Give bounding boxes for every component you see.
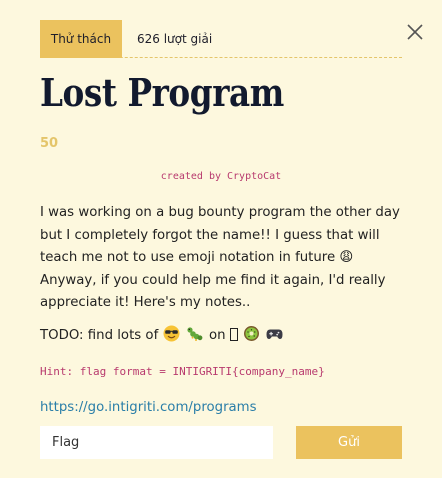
todo-prefix: TODO: find lots of [40,328,159,343]
challenge-title: Lost Program [40,70,284,115]
challenge-author: created by CryptoCat [160,171,282,182]
todo-middle: on [208,328,226,343]
kiwi-fruit-icon [243,325,260,342]
programs-link[interactable]: https://go.intigriti.com/programs [40,400,257,415]
challenge-tabs: Thử thách 626 lượt giải [40,20,402,58]
tab-solves[interactable]: 626 lượt giải [137,20,257,58]
unrendered-glyph-icon [229,328,238,341]
flag-input[interactable] [40,426,273,459]
flag-format-hint: Hint: flag format = INTIGRITI{company_na… [40,365,325,378]
challenge-description: I was working on a bug bounty program th… [40,205,400,310]
tab-challenge[interactable]: Thử thách [40,20,122,58]
close-icon [407,24,423,40]
bug-icon [186,325,203,342]
todo-line: TODO: find lots of on [40,325,285,347]
video-game-icon [266,325,283,342]
submit-button[interactable]: Gửi [296,426,402,459]
challenge-points: 50 [40,136,59,151]
smiling-face-with-sunglasses-icon [163,325,180,342]
close-button[interactable] [405,22,425,42]
